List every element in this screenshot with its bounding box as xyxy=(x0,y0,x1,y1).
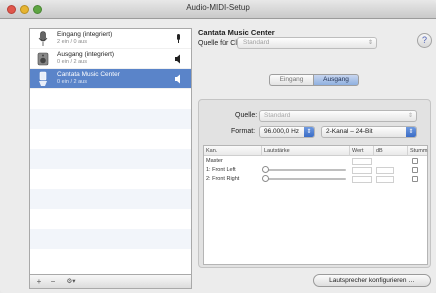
tab-input[interactable]: Eingang xyxy=(269,74,313,86)
clock-source-value: Standard xyxy=(243,39,270,46)
chevron-updown-icon: ⇕ xyxy=(367,40,373,46)
empty-row xyxy=(30,189,191,209)
speaker-small-icon xyxy=(175,74,180,84)
volume-slider[interactable] xyxy=(266,169,346,171)
volume-slider-knob[interactable] xyxy=(262,175,269,182)
clock-source-select[interactable]: Standard ⇕ xyxy=(237,37,377,49)
speaker-icon xyxy=(37,52,49,66)
microphone-small-icon xyxy=(177,34,180,43)
empty-row xyxy=(30,169,191,189)
column-header-value[interactable]: Wert xyxy=(350,146,374,156)
add-device-button[interactable]: + xyxy=(34,276,44,288)
source-select[interactable]: Standard ⇕ xyxy=(259,110,417,122)
device-item-builtin-input[interactable]: Eingang (integriert) 2 ein / 0 aus xyxy=(30,29,191,49)
source-label: Quelle: xyxy=(235,112,258,119)
help-button[interactable]: ? xyxy=(417,33,432,48)
device-name: Eingang (integriert) xyxy=(57,31,113,38)
speaker-small-icon xyxy=(175,54,180,64)
device-title: Cantata Music Center xyxy=(198,28,275,37)
db-field[interactable] xyxy=(376,176,394,183)
empty-row xyxy=(30,129,191,149)
volume-slider-knob[interactable] xyxy=(262,166,269,173)
volume-slider[interactable] xyxy=(266,178,346,180)
configure-speakers-button[interactable]: Lautsprecher konfigurieren … xyxy=(313,274,431,287)
channel-name: 2: Front Right xyxy=(206,176,240,182)
sample-rate-select[interactable]: 96.000,0 Hz ⇕ xyxy=(259,126,315,138)
empty-row xyxy=(30,229,191,249)
empty-row xyxy=(30,149,191,169)
table-row: 2: Front Right xyxy=(204,175,427,183)
device-name: Ausgang (integriert) xyxy=(57,51,115,58)
window-title: Audio-MIDI-Setup xyxy=(186,3,250,12)
channel-name: Master xyxy=(206,158,223,164)
device-list[interactable]: Eingang (integriert) 2 ein / 0 aus Ausga… xyxy=(29,28,192,275)
mute-checkbox[interactable] xyxy=(412,167,418,173)
device-channels: 2 ein / 0 aus xyxy=(57,39,87,45)
chevron-updown-icon: ⇕ xyxy=(407,113,413,119)
device-item-builtin-output[interactable]: Ausgang (integriert) 0 ein / 2 aus xyxy=(30,49,191,69)
audio-midi-setup-window: Audio-MIDI-Setup Eingang (integriert) 2 … xyxy=(0,0,436,293)
channel-format-value: 2-Kanal – 24-Bit xyxy=(326,128,373,135)
device-name: Cantata Music Center xyxy=(57,71,120,78)
channel-format-select[interactable]: 2-Kanal – 24-Bit ⇕ xyxy=(321,126,417,138)
microphone-icon xyxy=(38,31,48,46)
title-bar: Audio-MIDI-Setup xyxy=(0,0,436,19)
remove-device-button[interactable]: − xyxy=(48,276,58,288)
tab-output[interactable]: Ausgang xyxy=(313,74,359,86)
empty-row xyxy=(30,249,191,269)
device-item-cantata-music-center[interactable]: Cantata Music Center 0 ein / 2 aus xyxy=(30,69,191,89)
table-row: Master xyxy=(204,157,427,165)
mute-checkbox[interactable] xyxy=(412,176,418,182)
device-list-toolbar: + − ⚙▾ xyxy=(29,275,192,289)
mute-checkbox[interactable] xyxy=(412,158,418,164)
column-header-volume[interactable]: Lautstärke xyxy=(262,146,350,156)
usb-device-icon xyxy=(39,71,47,86)
value-field[interactable] xyxy=(352,176,372,183)
value-field[interactable] xyxy=(352,158,372,165)
channel-name: 1: Front Left xyxy=(206,167,236,173)
device-channels: 0 ein / 2 aus xyxy=(57,79,87,85)
table-row: 1: Front Left xyxy=(204,166,427,174)
column-header-channel[interactable]: Kan. xyxy=(204,146,262,156)
empty-row xyxy=(30,89,191,109)
gear-menu-button[interactable]: ⚙▾ xyxy=(62,276,80,288)
device-channels: 0 ein / 2 aus xyxy=(57,59,87,65)
chevron-updown-icon: ⇕ xyxy=(304,127,314,137)
column-header-db[interactable]: dB xyxy=(374,146,408,156)
value-field[interactable] xyxy=(352,167,372,174)
empty-row xyxy=(30,109,191,129)
db-field[interactable] xyxy=(376,167,394,174)
source-value: Standard xyxy=(264,112,291,119)
sample-rate-value: 96.000,0 Hz xyxy=(264,128,300,135)
chevron-updown-icon: ⇕ xyxy=(406,127,416,137)
channel-volume-table: Kan. Lautstärke Wert dB Stumm Master 1: … xyxy=(203,145,428,265)
column-header-mute[interactable]: Stumm xyxy=(408,146,427,156)
format-label: Format: xyxy=(231,128,256,135)
empty-row xyxy=(30,209,191,229)
